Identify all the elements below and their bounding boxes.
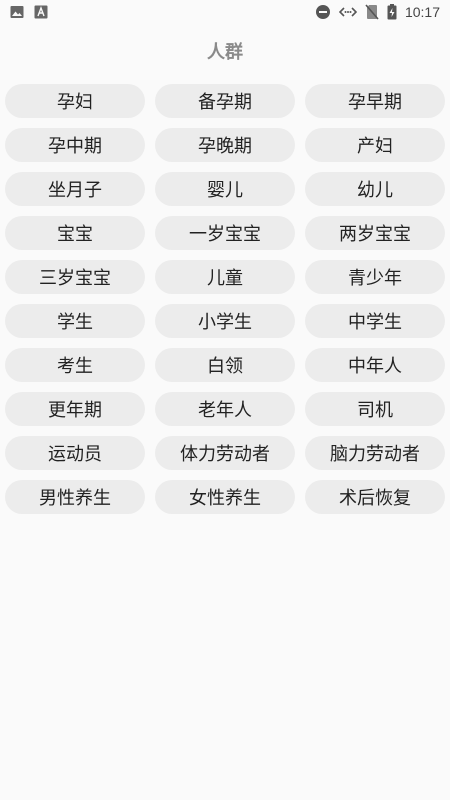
image-icon: [10, 5, 24, 19]
tag-button[interactable]: 考生: [5, 348, 145, 382]
battery-charging-icon: [387, 4, 397, 20]
page-title: 人群: [207, 42, 243, 63]
text-icon: [34, 5, 48, 19]
status-bar: 10:17: [0, 0, 450, 24]
tag-button[interactable]: 两岁宝宝: [305, 216, 445, 250]
tag-button[interactable]: 术后恢复: [305, 480, 445, 514]
data-saver-icon: [338, 5, 357, 19]
tag-button[interactable]: 脑力劳动者: [305, 436, 445, 470]
tag-button[interactable]: 孕早期: [305, 84, 445, 118]
tag-button[interactable]: 女性养生: [155, 480, 295, 514]
tag-button[interactable]: 一岁宝宝: [155, 216, 295, 250]
tag-button[interactable]: 青少年: [305, 260, 445, 294]
tag-button[interactable]: 中年人: [305, 348, 445, 382]
tag-button[interactable]: 坐月子: [5, 172, 145, 206]
tag-button[interactable]: 更年期: [5, 392, 145, 426]
tag-button[interactable]: 幼儿: [305, 172, 445, 206]
tag-button[interactable]: 三岁宝宝: [5, 260, 145, 294]
tag-button[interactable]: 宝宝: [5, 216, 145, 250]
tag-button[interactable]: 孕晚期: [155, 128, 295, 162]
do-not-disturb-icon: [315, 4, 331, 20]
tag-button[interactable]: 孕妇: [5, 84, 145, 118]
status-right: 10:17: [315, 4, 440, 20]
tag-button[interactable]: 儿童: [155, 260, 295, 294]
tag-button[interactable]: 小学生: [155, 304, 295, 338]
tag-button[interactable]: 婴儿: [155, 172, 295, 206]
tag-button[interactable]: 中学生: [305, 304, 445, 338]
tag-button[interactable]: 孕中期: [5, 128, 145, 162]
tag-grid: 孕妇 备孕期 孕早期 孕中期 孕晚期 产妇 坐月子 婴儿 幼儿 宝宝 一岁宝宝 …: [5, 84, 445, 514]
tag-button[interactable]: 产妇: [305, 128, 445, 162]
tag-button[interactable]: 备孕期: [155, 84, 295, 118]
tag-button[interactable]: 学生: [5, 304, 145, 338]
tag-button[interactable]: 老年人: [155, 392, 295, 426]
tag-button[interactable]: 白领: [155, 348, 295, 382]
tag-button[interactable]: 司机: [305, 392, 445, 426]
status-left: [10, 5, 48, 19]
tag-button[interactable]: 运动员: [5, 436, 145, 470]
no-sim-icon: [365, 4, 379, 20]
clock: 10:17: [404, 4, 440, 20]
tag-button[interactable]: 体力劳动者: [155, 436, 295, 470]
tag-button[interactable]: 男性养生: [5, 480, 145, 514]
